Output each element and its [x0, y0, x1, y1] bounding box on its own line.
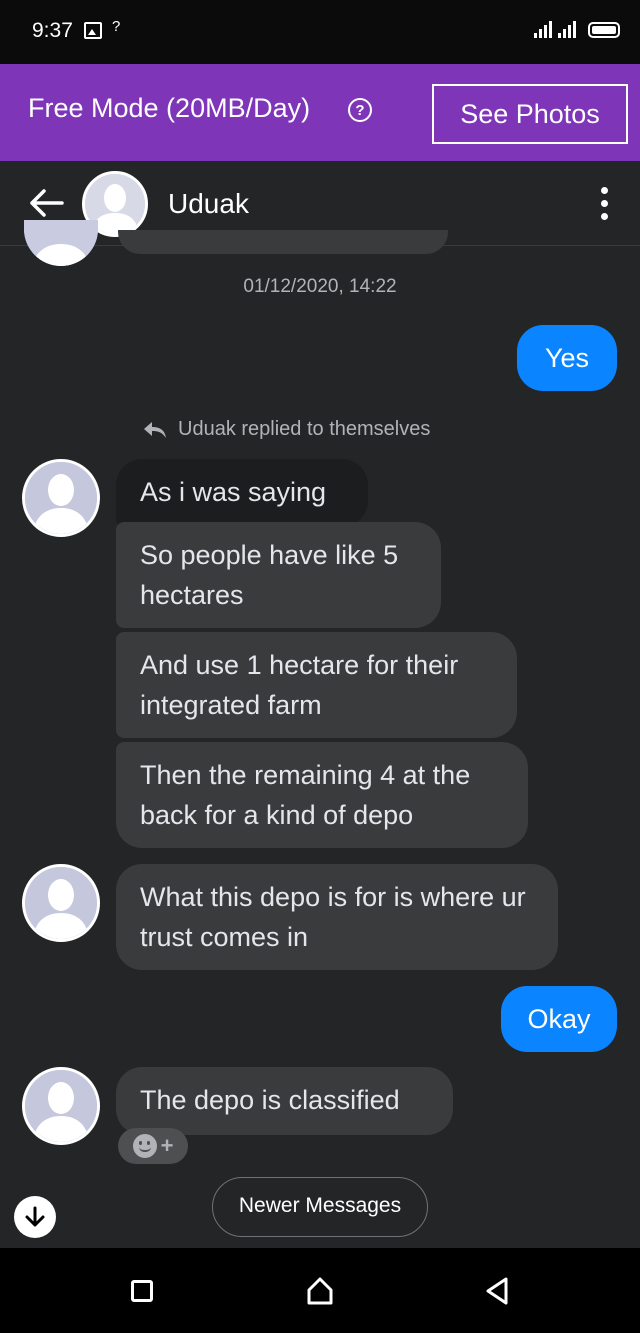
- gallery-notification-icon: [84, 22, 102, 39]
- plus-icon: +: [160, 1133, 174, 1158]
- add-reaction-button[interactable]: +: [118, 1128, 188, 1164]
- message-bubble-cropped: [118, 230, 448, 254]
- status-time: 9:37: [32, 19, 73, 42]
- status-bar: 9:37 ?: [0, 0, 640, 64]
- incoming-message[interactable]: And use 1 hectare for their integrated f…: [116, 632, 517, 738]
- reply-indicator-text: Uduak replied to themselves: [178, 418, 431, 440]
- incoming-message[interactable]: As i was saying: [116, 459, 368, 527]
- avatar[interactable]: [22, 459, 100, 537]
- avatar[interactable]: [22, 1067, 100, 1145]
- no-signal-icon: ?: [112, 18, 121, 35]
- emoji-icon: [132, 1134, 157, 1158]
- incoming-message[interactable]: The depo is classified: [116, 1067, 453, 1135]
- default-avatar-icon: [25, 1070, 97, 1142]
- see-photos-button[interactable]: See Photos: [432, 84, 628, 144]
- status-icons: [534, 20, 620, 38]
- message-timestamp: 01/12/2020, 14:22: [243, 276, 397, 297]
- scroll-down-button[interactable]: [14, 1196, 56, 1238]
- back-arrow-icon[interactable]: [26, 187, 66, 219]
- newer-messages-button[interactable]: Newer Messages: [212, 1177, 428, 1237]
- avatar: [24, 220, 98, 266]
- reply-arrow-icon: [144, 421, 166, 438]
- home-icon[interactable]: [306, 1276, 334, 1306]
- nav-back-icon[interactable]: [484, 1276, 510, 1306]
- signal-2-icon: [558, 20, 576, 38]
- more-options-icon[interactable]: [594, 187, 614, 225]
- free-mode-text: Free Mode (20MB/Day): [28, 93, 311, 123]
- outgoing-message[interactable]: Okay: [501, 986, 617, 1052]
- default-avatar-icon: [25, 462, 97, 534]
- incoming-message[interactable]: So people have like 5 hectares: [116, 522, 441, 628]
- avatar[interactable]: [22, 864, 100, 942]
- signal-icon: [534, 20, 552, 38]
- recent-apps-icon[interactable]: [131, 1280, 153, 1302]
- help-icon[interactable]: ?: [348, 98, 372, 122]
- default-avatar-icon: [25, 867, 97, 939]
- battery-icon: [588, 22, 620, 38]
- arrow-down-icon: [25, 1206, 45, 1227]
- incoming-message[interactable]: What this depo is for is where ur trust …: [116, 864, 558, 970]
- outgoing-message[interactable]: Yes: [517, 325, 617, 391]
- incoming-message[interactable]: Then the remaining 4 at the back for a k…: [116, 742, 528, 848]
- contact-name[interactable]: Uduak: [168, 188, 249, 220]
- reply-indicator: Uduak replied to themselves: [142, 418, 430, 441]
